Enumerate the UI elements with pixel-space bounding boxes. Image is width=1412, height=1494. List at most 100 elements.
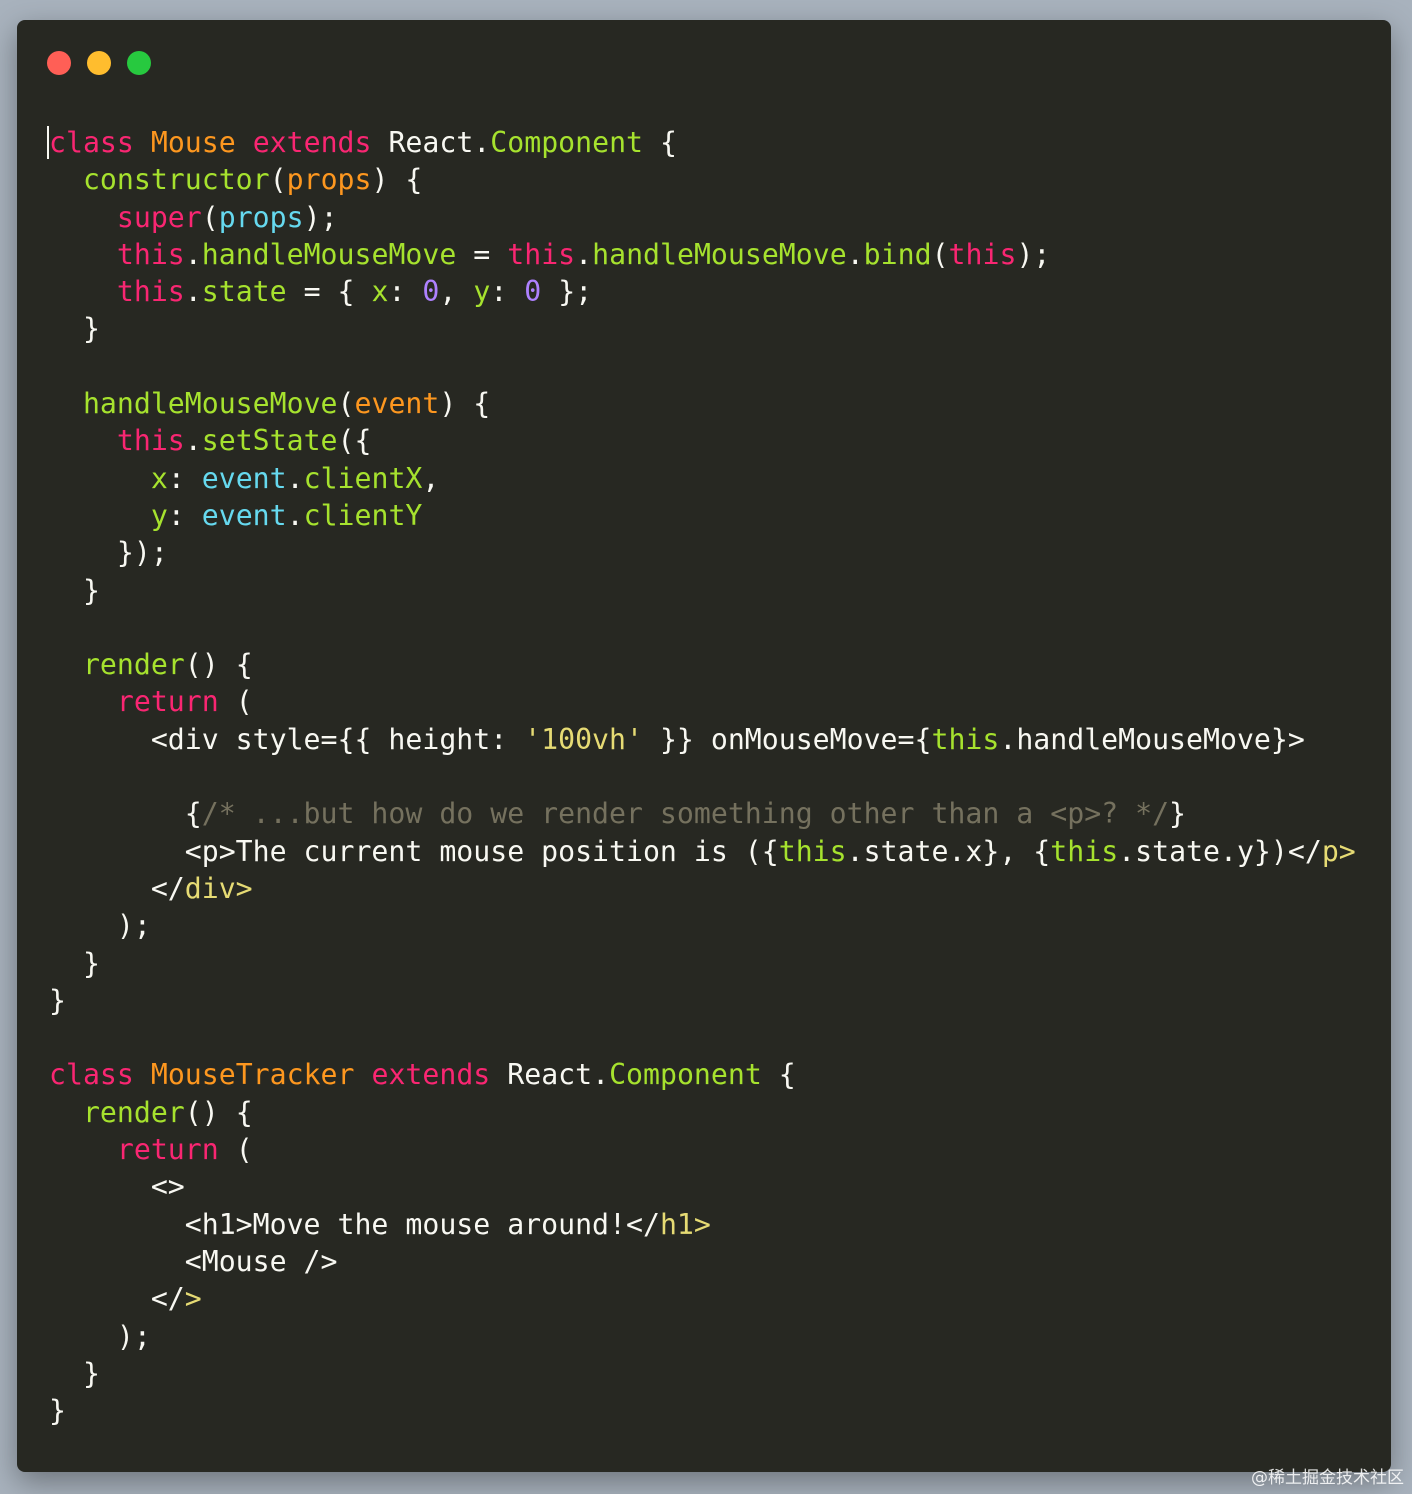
code-line: class Mouse extends React.Component {	[47, 124, 1356, 161]
code-token: bind	[863, 237, 932, 271]
code-token: ,	[422, 461, 440, 495]
code-line: <>	[49, 1168, 1356, 1205]
minimize-button[interactable]	[87, 51, 111, 75]
code-token: );	[49, 909, 151, 943]
code-token: :	[388, 275, 423, 309]
code-token: {	[49, 797, 202, 831]
code-line: y: event.clientY	[49, 497, 1356, 534]
code-token: React.	[490, 1058, 610, 1092]
code-token: MouseTracker	[150, 1058, 355, 1092]
code-token: (	[337, 387, 355, 421]
code-line: super(props);	[49, 199, 1356, 236]
code-token: {	[761, 1058, 796, 1092]
code-line: x: event.clientX,	[49, 460, 1356, 497]
code-token: <div style={{ height:	[49, 722, 525, 756]
code-token: return	[116, 1133, 219, 1167]
code-token: </	[49, 871, 185, 905]
code-token: 0	[524, 275, 542, 309]
code-token: .handleMouseMove}>	[999, 722, 1305, 756]
code-token: p>	[1321, 834, 1356, 868]
code-token: this	[116, 424, 185, 458]
code-token: .	[575, 237, 593, 271]
code-token: .	[184, 237, 202, 271]
close-button[interactable]	[47, 51, 71, 75]
code-token: }	[49, 946, 100, 980]
code-line: this.state = { x: 0, y: 0 };	[49, 273, 1356, 310]
code-token: handleMouseMove	[201, 237, 457, 271]
code-token: this	[116, 237, 185, 271]
code-token: handleMouseMove	[82, 387, 338, 421]
code-token: extends	[371, 1058, 491, 1092]
code-token: state	[201, 275, 287, 309]
code-line: </>	[49, 1280, 1356, 1317]
code-line: <Mouse />	[49, 1243, 1356, 1280]
code-line: </div>	[49, 870, 1356, 907]
code-window: class Mouse extends React.Component { co…	[17, 20, 1391, 1472]
code-token: );	[303, 200, 338, 234]
maximize-button[interactable]	[127, 51, 151, 75]
code-editor[interactable]: class Mouse extends React.Component { co…	[47, 124, 1356, 1429]
code-token: .state.x}, {	[846, 834, 1051, 868]
code-token: super	[116, 200, 202, 234]
code-token: render	[82, 1095, 185, 1129]
code-token: extends	[252, 126, 372, 159]
code-token: this	[931, 722, 1000, 756]
code-token: props	[218, 200, 304, 234]
code-token: }	[1169, 797, 1187, 831]
code-token: x	[150, 461, 168, 495]
code-token: }	[49, 1394, 66, 1428]
code-token: constructor	[82, 163, 270, 197]
code-token: .	[184, 424, 202, 458]
code-token: });	[49, 536, 168, 570]
code-token: ) {	[371, 163, 423, 197]
code-token: handleMouseMove	[592, 237, 847, 271]
code-token: <>	[49, 1170, 185, 1204]
code-line: class MouseTracker extends React.Compone…	[49, 1056, 1356, 1093]
code-line: {/* ...but how do we render something ot…	[49, 795, 1356, 832]
code-token: event	[354, 387, 440, 421]
code-token: =	[456, 237, 508, 271]
code-token: /* ...but how do we render something oth…	[201, 797, 1170, 831]
code-token: event	[201, 498, 287, 532]
code-line: render() {	[49, 1094, 1356, 1131]
code-token: }} onMouseMove={	[642, 722, 932, 756]
code-token: }	[49, 1356, 100, 1390]
code-token: class	[47, 126, 134, 159]
code-token: >	[184, 1282, 202, 1316]
code-token: Mouse	[150, 126, 236, 159]
code-token: :	[167, 498, 202, 532]
code-token: = {	[286, 275, 372, 309]
code-token: <Mouse />	[49, 1244, 338, 1278]
code-token: }	[49, 312, 100, 346]
code-line: return (	[49, 1131, 1356, 1168]
code-token: (	[269, 163, 287, 197]
code-line: this.handleMouseMove = this.handleMouseM…	[49, 236, 1356, 273]
code-token: Component	[490, 126, 644, 159]
code-token: (	[218, 685, 253, 719]
code-token: .state.y})</	[1118, 834, 1322, 868]
code-token: :	[167, 461, 202, 495]
code-token: );	[1016, 237, 1051, 271]
code-token: this	[116, 275, 185, 309]
code-token: (	[201, 200, 219, 234]
code-token: y	[150, 498, 168, 532]
code-token: class	[49, 1058, 134, 1092]
code-line: }	[49, 1355, 1356, 1392]
